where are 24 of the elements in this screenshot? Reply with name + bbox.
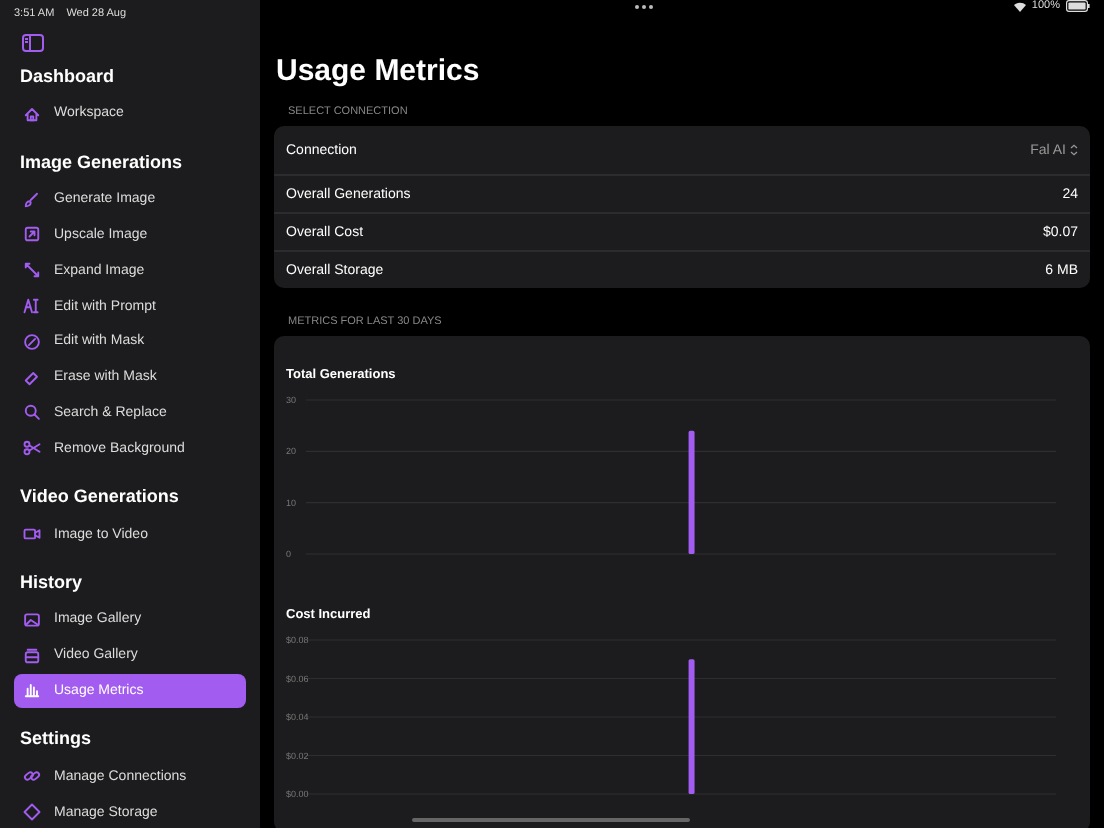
scissors-icon: [22, 438, 42, 459]
section-heading: Video Generations: [18, 486, 181, 507]
section-heading: Settings: [18, 728, 94, 749]
chart-bar: [688, 659, 695, 794]
search-icon: [22, 402, 42, 423]
battery-icon: [1065, 0, 1090, 12]
sidebar-toggle-icon[interactable]: [22, 34, 44, 52]
stack-icon: [22, 645, 42, 666]
chevron-up-down-icon: [1070, 144, 1078, 156]
house-icon: [22, 103, 42, 124]
section-heading: Image Generations: [18, 151, 185, 172]
more-dots-icon[interactable]: [633, 3, 654, 9]
link-icon: [22, 766, 42, 787]
section-heading: Dashboard: [18, 66, 117, 86]
eraser-icon: [22, 367, 42, 388]
page-title: Usage Metrics: [276, 54, 482, 88]
wifi-icon: [1013, 1, 1026, 11]
video-camera-icon: [22, 524, 42, 545]
chart-bar: [688, 430, 695, 554]
section-heading: History: [18, 571, 85, 592]
bar-chart-icon: [22, 680, 42, 701]
brush-icon: [22, 189, 42, 210]
photo-icon: [22, 609, 42, 630]
expand-arrows-icon: [22, 260, 42, 281]
